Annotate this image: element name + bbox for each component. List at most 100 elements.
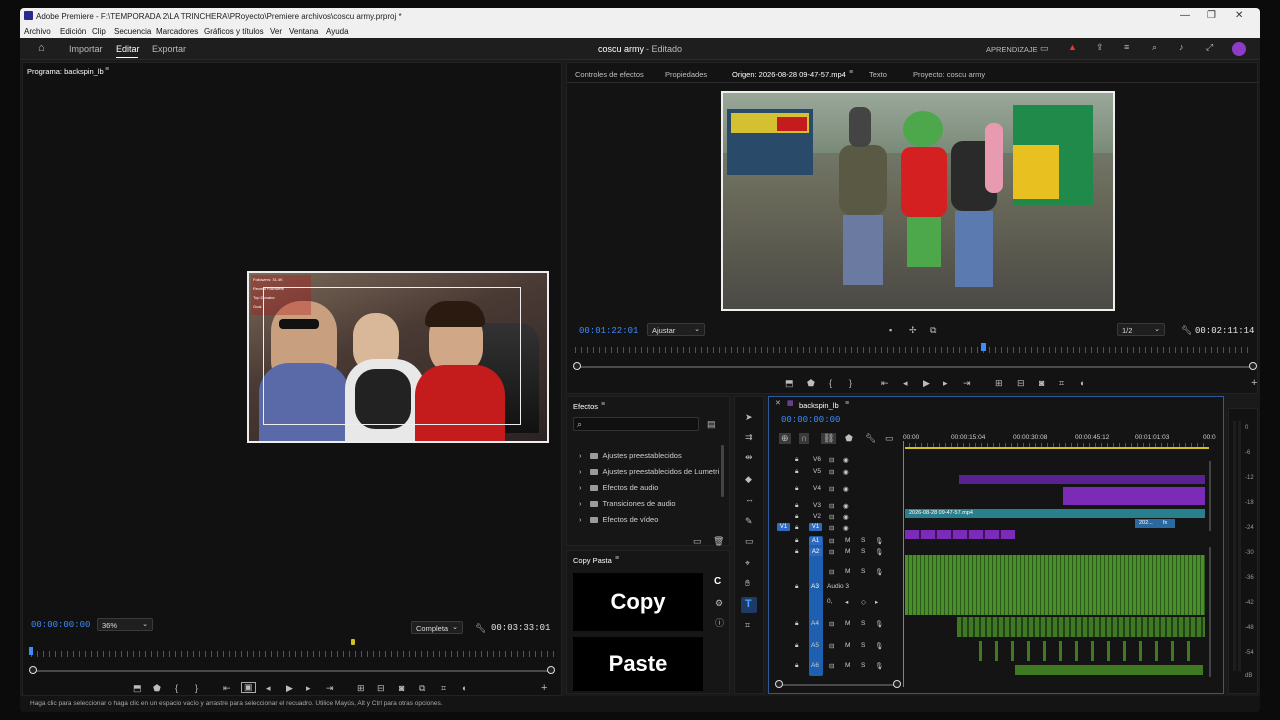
wrench-icon[interactable]: 🔧︎ bbox=[475, 624, 486, 633]
program-playhead[interactable] bbox=[29, 647, 33, 655]
track-label[interactable]: V1 bbox=[809, 523, 822, 531]
keyframe-prev-icon[interactable]: ◂ bbox=[845, 598, 848, 606]
track-label[interactable]: A3 bbox=[811, 583, 819, 590]
add-button-icon[interactable]: + bbox=[541, 683, 547, 694]
mic-icon[interactable]: 🎙︎ bbox=[875, 548, 883, 556]
zoom-bar-right-handle[interactable] bbox=[1249, 362, 1257, 370]
mark-out-icon[interactable]: } bbox=[849, 379, 852, 388]
overwrite-icon[interactable]: ⊟ bbox=[377, 684, 385, 693]
toggle-sync-icon[interactable]: ⊟ bbox=[829, 456, 834, 464]
video-clip-v2[interactable]: 202... fx bbox=[1135, 519, 1175, 528]
mic-icon[interactable]: 🎙︎ bbox=[875, 662, 883, 670]
mark-out-icon[interactable]: } bbox=[195, 684, 198, 693]
go-to-out-icon[interactable]: ⇥ bbox=[326, 684, 334, 693]
eye-icon[interactable]: ◉ bbox=[843, 502, 849, 510]
source-timecode[interactable]: 00:01:22:01 bbox=[579, 326, 638, 336]
menu-edicion[interactable]: Edición bbox=[60, 27, 86, 36]
tab-origen[interactable]: Origen: 2026-08-28 09-47-57.mp4 bbox=[732, 70, 846, 79]
tab-controles-efectos[interactable]: Controles de efectos bbox=[575, 70, 644, 79]
video-clip-v3[interactable]: 2026-08-28 09-47-57.mp4 bbox=[905, 509, 1205, 518]
mute-button[interactable]: M bbox=[845, 620, 850, 627]
list-item[interactable]: › Efectos de audio bbox=[567, 483, 658, 492]
gear-icon[interactable]: ⚙ bbox=[715, 599, 723, 608]
source-zoom-bar[interactable] bbox=[579, 366, 1253, 368]
home-icon[interactable]: ⌂ bbox=[38, 43, 45, 54]
learn-button[interactable]: APRENDIZAJE bbox=[986, 45, 1038, 54]
resolution-dropdown[interactable]: 1/2 ⌄ bbox=[1117, 323, 1165, 336]
audio-clip-a6[interactable] bbox=[1015, 665, 1203, 675]
overwrite-icon[interactable]: ⊟ bbox=[1017, 379, 1025, 388]
source-playhead[interactable] bbox=[980, 343, 986, 351]
mute-button[interactable]: M bbox=[845, 537, 850, 544]
eye-icon[interactable]: ◉ bbox=[843, 456, 849, 464]
quality-dropdown[interactable]: Completa ⌄ bbox=[411, 621, 463, 634]
menu-icon[interactable]: ≡ bbox=[1124, 43, 1129, 52]
keyframe-next-icon[interactable]: ▸ bbox=[875, 598, 878, 606]
zoom-dropdown[interactable]: 36% ⌄ bbox=[97, 618, 153, 631]
menu-ventana[interactable]: Ventana bbox=[289, 27, 318, 36]
workspace-exportar[interactable]: Exportar bbox=[152, 44, 186, 54]
menu-secuencia[interactable]: Secuencia bbox=[114, 27, 151, 36]
step-back-icon[interactable]: ◂ bbox=[903, 379, 908, 388]
new-folder-icon[interactable]: ▭ bbox=[693, 537, 702, 546]
track-select-icon[interactable]: ⇉ bbox=[745, 433, 753, 442]
toggle-sync-icon[interactable]: ⊟ bbox=[829, 620, 834, 628]
track-label[interactable]: V4 bbox=[813, 485, 821, 492]
minimize-button[interactable]: — bbox=[1180, 10, 1190, 21]
zoom-bar-left-handle[interactable] bbox=[29, 666, 37, 674]
safe-margins-icon[interactable]: ▣ bbox=[241, 682, 256, 693]
close-icon[interactable]: ✕ bbox=[775, 400, 781, 407]
drag-fx-icon[interactable]: ✢ bbox=[909, 326, 917, 335]
workspace-importar[interactable]: Importar bbox=[69, 44, 103, 54]
linked-selection-icon[interactable]: ⛓︎ bbox=[821, 433, 837, 444]
multicam-icon[interactable]: ⌗ bbox=[1059, 379, 1064, 388]
menu-ayuda[interactable]: Ayuda bbox=[326, 27, 349, 36]
solo-button[interactable]: S bbox=[861, 537, 865, 544]
timeline-timecode[interactable]: 00:00:00:00 bbox=[781, 415, 840, 425]
compare-icon[interactable]: ⧉ bbox=[419, 684, 425, 693]
panel-menu-icon[interactable]: ≡ bbox=[849, 69, 853, 76]
paste-button[interactable]: Paste bbox=[573, 637, 703, 691]
sequence-tab[interactable]: backspin_lb bbox=[799, 401, 839, 410]
solo-button[interactable]: S bbox=[861, 568, 865, 575]
track-label[interactable]: V2 bbox=[813, 513, 821, 520]
copy-button[interactable]: Copy bbox=[573, 573, 703, 631]
keyframe-add-icon[interactable]: ◇ bbox=[861, 598, 866, 606]
audio-scrollbar[interactable] bbox=[1209, 547, 1211, 677]
avatar[interactable] bbox=[1232, 42, 1246, 56]
video-clip-v4[interactable] bbox=[1063, 487, 1205, 505]
track-label[interactable]: A1 bbox=[809, 537, 822, 545]
menu-graficos[interactable]: Gráficos y títulos bbox=[204, 27, 264, 36]
track-label[interactable]: A5 bbox=[811, 642, 819, 649]
panel-menu-icon[interactable]: ≡ bbox=[845, 400, 849, 407]
list-item[interactable]: › Ajustes preestablecidos bbox=[567, 451, 682, 460]
toggle-sync-icon[interactable]: ⊟ bbox=[829, 548, 834, 556]
add-marker-icon[interactable]: ⬟ bbox=[845, 434, 853, 443]
audio-clip-a1-a3[interactable] bbox=[905, 555, 1205, 615]
share-icon[interactable]: ⇪ bbox=[1096, 43, 1104, 52]
effects-scrollbar[interactable] bbox=[721, 445, 724, 497]
track-label[interactable]: V3 bbox=[813, 502, 821, 509]
toggle-sync-icon[interactable]: ⊟ bbox=[829, 513, 834, 521]
zoom-bar-right-handle[interactable] bbox=[547, 666, 555, 674]
timeline-zoom-bar[interactable] bbox=[779, 684, 895, 686]
step-forward-icon[interactable]: ▸ bbox=[943, 379, 948, 388]
hand-icon[interactable]: ✋︎ bbox=[745, 579, 750, 588]
multicam-icon[interactable]: ⌗ bbox=[441, 684, 446, 693]
zoom-bar-right-handle[interactable] bbox=[893, 680, 901, 688]
drag-video-icon[interactable]: ▪ bbox=[889, 326, 892, 335]
video-clip-v1[interactable] bbox=[905, 530, 1015, 539]
panel-icon[interactable]: ▭ bbox=[1040, 44, 1049, 53]
zoom-bar-left-handle[interactable] bbox=[775, 680, 783, 688]
add-marker-icon[interactable]: ⬟ bbox=[807, 379, 815, 388]
toggle-sync-icon[interactable]: ⊟ bbox=[829, 485, 834, 493]
menu-marcadores[interactable]: Marcadores bbox=[156, 27, 198, 36]
mute-button[interactable]: M bbox=[845, 548, 850, 555]
audio-icon[interactable]: ◖ bbox=[1079, 379, 1084, 388]
toggle-sync-icon[interactable]: ⊟ bbox=[829, 502, 834, 510]
panel-menu-icon[interactable]: ≡ bbox=[105, 66, 109, 73]
caption-icon[interactable]: ⌗ bbox=[745, 621, 750, 630]
audio-clip-a4[interactable] bbox=[957, 617, 1205, 637]
toggle-sync-icon[interactable]: ⊟ bbox=[829, 524, 834, 532]
timeline-playhead[interactable] bbox=[903, 441, 904, 687]
